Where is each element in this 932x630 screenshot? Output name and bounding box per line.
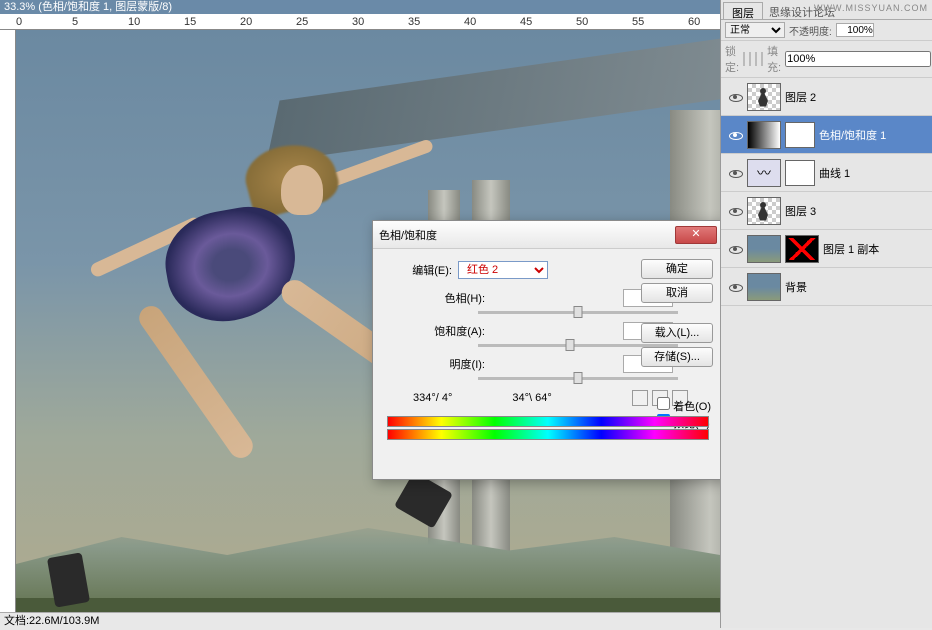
layer-item[interactable]: 背景 [721, 268, 932, 306]
edit-select[interactable]: 红色 2 [458, 261, 548, 279]
visibility-icon[interactable] [727, 127, 743, 143]
layers-tab[interactable]: 图层 [723, 2, 763, 19]
visibility-icon[interactable] [727, 241, 743, 257]
lock-label: 锁定: [725, 43, 739, 75]
edit-label: 编辑(E): [383, 262, 458, 278]
visibility-icon[interactable] [727, 89, 743, 105]
fill-label: 填充: [767, 43, 781, 75]
layers-list: 图层 2 色相/饱和度 1 〰 曲线 1 图层 3 图层 1 副本 [721, 78, 932, 306]
layer-item[interactable]: 图层 2 [721, 78, 932, 116]
layer-thumbnail[interactable] [747, 273, 781, 301]
lightness-label: 明度(I): [383, 356, 493, 372]
ok-button[interactable]: 确定 [641, 259, 713, 279]
color-spectrum[interactable] [387, 416, 709, 444]
dialog-title: 色相/饱和度 [379, 227, 675, 243]
hue-slider[interactable] [478, 311, 678, 314]
curves-adjustment-icon[interactable]: 〰 [747, 159, 781, 187]
close-button[interactable]: ✕ [675, 226, 717, 244]
layer-item[interactable]: 图层 3 [721, 192, 932, 230]
layer-name: 图层 2 [785, 89, 816, 105]
blend-mode-select[interactable]: 正常 [725, 22, 785, 38]
watermark: WWW.MISSYUAN.COM [814, 3, 928, 13]
colorize-checkbox[interactable]: 着色(O) [657, 397, 711, 414]
angle-left: 334°/ 4° [413, 392, 452, 404]
visibility-icon[interactable] [727, 279, 743, 295]
opacity-input[interactable] [836, 23, 874, 37]
layers-panel: WWW.MISSYUAN.COM 图层 思缘设计论坛 正常 不透明度: 锁定: … [720, 0, 932, 628]
layer-name: 图层 3 [785, 203, 816, 219]
adjustment-icon[interactable] [747, 121, 781, 149]
layer-name: 色相/饱和度 1 [819, 127, 886, 143]
layer-item-selected[interactable]: 色相/饱和度 1 [721, 116, 932, 154]
lightness-slider[interactable] [478, 377, 678, 380]
hue-label: 色相(H): [383, 290, 493, 306]
layer-item[interactable]: 〰 曲线 1 [721, 154, 932, 192]
layer-thumbnail[interactable] [747, 83, 781, 111]
eyedropper-icon[interactable] [632, 390, 648, 406]
angle-right: 34°\ 64° [512, 392, 551, 404]
lock-transparency-icon[interactable] [743, 52, 745, 66]
document-title: 33.3% (色相/饱和度 1, 图层蒙版/8) [4, 1, 172, 13]
layer-name: 背景 [785, 279, 807, 295]
save-button[interactable]: 存储(S)... [641, 347, 713, 367]
doc-size: 文档:22.6M/103.9M [4, 615, 99, 627]
layer-mask-thumbnail[interactable] [785, 235, 819, 263]
layer-name: 图层 1 副本 [823, 241, 879, 257]
hue-saturation-dialog: 色相/饱和度 ✕ 确定 取消 载入(L)... 存储(S)... 编辑(E): … [372, 220, 724, 480]
cancel-button[interactable]: 取消 [641, 283, 713, 303]
opacity-label: 不透明度: [789, 23, 832, 38]
fill-input[interactable] [785, 51, 931, 67]
vertical-ruler [0, 30, 16, 612]
layer-mask-thumbnail[interactable] [785, 122, 815, 148]
visibility-icon[interactable] [727, 165, 743, 181]
dialog-titlebar[interactable]: 色相/饱和度 ✕ [373, 221, 723, 249]
layer-mask-thumbnail[interactable] [785, 160, 815, 186]
layer-item[interactable]: 图层 1 副本 [721, 230, 932, 268]
layer-name: 曲线 1 [819, 165, 850, 181]
lock-position-icon[interactable] [755, 52, 757, 66]
layer-thumbnail[interactable] [747, 235, 781, 263]
lock-all-icon[interactable] [761, 52, 763, 66]
load-button[interactable]: 载入(L)... [641, 323, 713, 343]
saturation-slider[interactable] [478, 344, 678, 347]
layer-thumbnail[interactable] [747, 197, 781, 225]
status-bar: 文档:22.6M/103.9M [0, 612, 720, 628]
visibility-icon[interactable] [727, 203, 743, 219]
lock-pixels-icon[interactable] [749, 52, 751, 66]
saturation-label: 饱和度(A): [383, 323, 493, 339]
